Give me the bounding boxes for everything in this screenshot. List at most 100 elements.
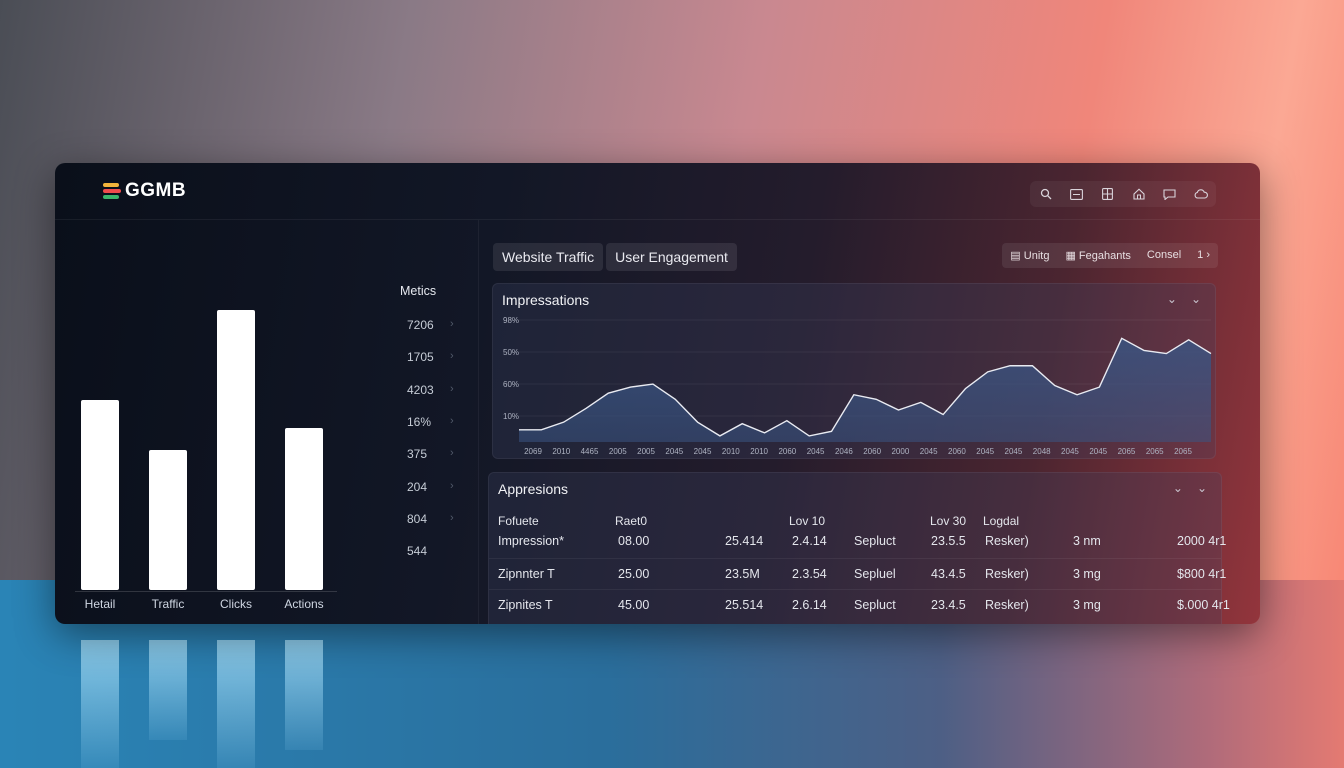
x-tick-label: 2060 — [948, 447, 966, 456]
unitg-button[interactable]: ▤ Unitg — [1002, 243, 1057, 268]
y-tick-label: 50% — [503, 348, 519, 357]
x-tick-label: 4465 — [581, 447, 599, 456]
chevron-right-icon: › — [450, 350, 454, 363]
table-cell: Zipnnter T — [498, 567, 555, 581]
x-tick-label: 2065 — [1174, 447, 1192, 456]
table-cell: Resker) — [985, 534, 1029, 548]
page-next-button[interactable]: 1 › — [1189, 243, 1218, 268]
table-cell: Sepluct — [854, 598, 896, 612]
brand-logo[interactable]: GGMB — [103, 180, 186, 202]
fegahants-button[interactable]: ▦ Fegahants — [1057, 243, 1138, 268]
x-tick-label: 2005 — [637, 447, 655, 456]
cloud-icon[interactable] — [1185, 181, 1216, 207]
metric-item[interactable]: 7206 — [407, 318, 434, 332]
table-cell: 25.414 — [725, 534, 764, 548]
bar-label: Clicks — [220, 597, 252, 611]
table-cell: 3 nm — [1073, 534, 1101, 548]
table-header-cell[interactable]: Lov 10 — [789, 514, 825, 528]
table-header-cell[interactable]: Raet0 — [615, 514, 647, 528]
table-header-cell[interactable]: Lov 30 — [930, 514, 966, 528]
fegahants-label: Fegahants — [1078, 250, 1131, 262]
table-header-cell[interactable]: Logdal — [983, 514, 1019, 528]
impressions-card: Impressations ⌄ ⌄ 98% 50% 60% 10% 2069 2010 44… — [492, 283, 1216, 459]
table-cell: $800 4r1 — [1177, 567, 1227, 581]
table-cell: Resker) — [985, 567, 1029, 581]
bar-actions[interactable] — [285, 427, 323, 590]
metric-item[interactable]: 204 — [407, 480, 427, 494]
metric-item[interactable]: 544 — [407, 544, 427, 558]
metrics-title: Metics — [400, 284, 437, 298]
chevron-right-icon: › — [450, 479, 454, 492]
table-cell: 23.5M — [725, 567, 760, 581]
metric-item[interactable]: 16% — [407, 415, 431, 429]
chat-icon[interactable] — [1154, 181, 1185, 207]
search-icon[interactable] — [1030, 181, 1061, 207]
y-tick-label: 10% — [503, 412, 519, 421]
table-header-cell[interactable]: Fofuete — [498, 514, 539, 528]
top-bar: GGMB — [55, 163, 1260, 220]
x-tick-label: 2010 — [722, 447, 740, 456]
x-tick-label: 2005 — [609, 447, 627, 456]
table-cell: Zipnites T — [498, 598, 553, 612]
bar-traffic[interactable] — [149, 450, 187, 590]
metric-item[interactable]: 1705 — [407, 350, 434, 364]
x-tick-label: 2045 — [1061, 447, 1079, 456]
appresions-title: Appresions — [498, 481, 569, 497]
doc-icon: ▤ — [1010, 250, 1021, 262]
metric-item[interactable]: 4203 — [407, 383, 434, 397]
table-cell: Sepluel — [854, 567, 896, 581]
consel-button[interactable]: Consel — [1139, 243, 1189, 268]
chevron-right-icon: › — [450, 511, 454, 524]
chart-icon[interactable] — [1061, 181, 1092, 207]
grid-icon[interactable] — [1092, 181, 1123, 207]
table-cell: 2000 4r1 — [1177, 534, 1227, 548]
table-cell: 45.00 — [618, 598, 650, 612]
x-tick-label: 2048 — [1033, 447, 1051, 456]
bar-hetail[interactable] — [81, 399, 119, 590]
x-tick-label: 2010 — [750, 447, 768, 456]
table-cell: Sepluct — [854, 534, 896, 548]
y-tick-label: 60% — [503, 380, 519, 389]
dashboard-panel: GGMB Metics Website Traffic User Engagem… — [55, 163, 1260, 624]
table-cell: 2.4.14 — [792, 534, 827, 548]
x-tick-label: 2046 — [835, 447, 853, 456]
table-cell: 23.5.5 — [931, 534, 966, 548]
bar-label: Hetail — [84, 597, 116, 611]
x-tick-label: 2069 — [524, 447, 542, 456]
tab-user-engagement[interactable]: User Engagement — [606, 243, 737, 271]
bar-chart-baseline — [75, 591, 337, 592]
bar-reflection — [81, 640, 119, 768]
card-controls: ⌄ ⌄ — [1173, 481, 1207, 495]
x-tick-label: 2045 — [694, 447, 712, 456]
table-cell: 3 mg — [1073, 598, 1101, 612]
table-cell: 2.3.54 — [792, 567, 827, 581]
chevron-right-icon: › — [450, 382, 454, 395]
table-cell: Resker) — [985, 598, 1029, 612]
chevron-right-icon: › — [450, 318, 454, 330]
file-icon: ▦ — [1065, 250, 1076, 262]
logo-mark-icon — [103, 183, 121, 199]
chevron-down-icon[interactable]: ⌄ — [1197, 481, 1207, 495]
toolbar-icons — [1030, 181, 1216, 207]
x-tick-label: 2060 — [778, 447, 796, 456]
bar-clicks[interactable] — [217, 310, 255, 590]
tab-website-traffic[interactable]: Website Traffic — [493, 243, 604, 271]
metric-item[interactable]: 804 — [407, 512, 427, 526]
x-tick-label: 2010 — [552, 447, 570, 456]
table-cell: 43.4.5 — [931, 567, 966, 581]
impressions-area — [519, 338, 1211, 442]
chevron-right-icon: › — [450, 447, 454, 460]
x-tick-label: 2045 — [1005, 447, 1023, 456]
table-cell: $.000 4r1 — [1177, 598, 1230, 612]
table-cell: 23.4.5 — [931, 598, 966, 612]
impressions-line-chart: 98% 50% 60% 10% 2069 2010 4465 2005 2005 2045 2045… — [503, 316, 1212, 456]
chevron-down-icon[interactable]: ⌄ — [1173, 481, 1183, 495]
table-cell: 2.6.14 — [792, 598, 827, 612]
appresions-card: Appresions ⌄ ⌄ Fofuete Raet0 Lov 10 Lov 30 L… — [488, 472, 1230, 624]
view-tabs: Website Traffic User Engagement — [493, 243, 737, 271]
home-icon[interactable] — [1123, 181, 1154, 207]
x-tick-label: 2045 — [920, 447, 938, 456]
metric-item[interactable]: 375 — [407, 447, 427, 461]
x-tick-label: 2060 — [863, 447, 881, 456]
table-cell: 3 mg — [1073, 567, 1101, 581]
